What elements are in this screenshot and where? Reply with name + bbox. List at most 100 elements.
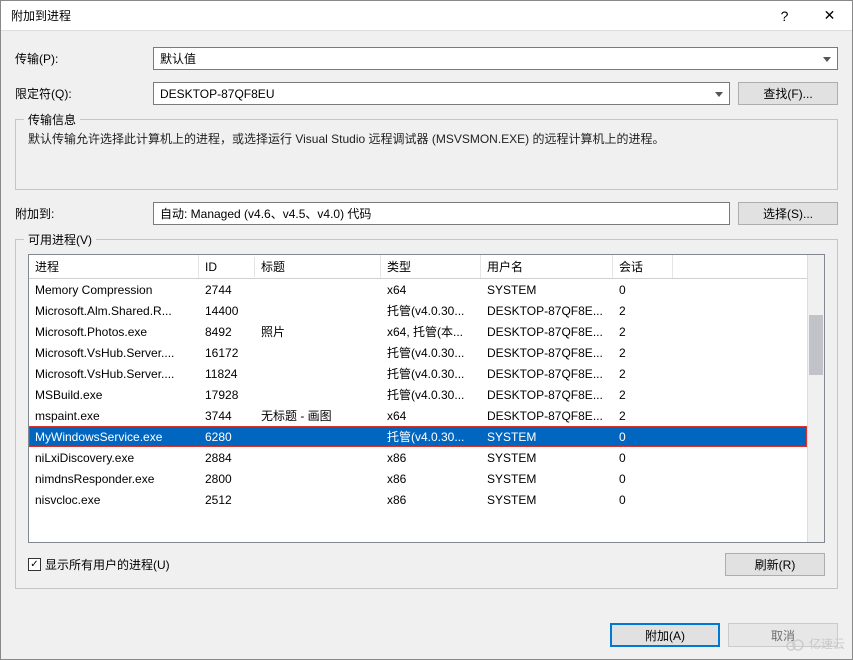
table-row[interactable]: Microsoft.Photos.exe8492照片x64, 托管(本...DE…: [29, 321, 807, 342]
col-user[interactable]: 用户名: [481, 255, 613, 278]
transport-value: 默认值: [160, 50, 196, 67]
transport-info-group: 传输信息 默认传输允许选择此计算机上的进程，或选择运行 Visual Studi…: [15, 119, 838, 190]
show-all-users-checkbox[interactable]: ✓ 显示所有用户的进程(U): [28, 556, 170, 573]
cell-session: 2: [613, 323, 673, 341]
scrollbar-thumb[interactable]: [809, 315, 823, 375]
process-list[interactable]: 进程 ID 标题 类型 用户名 会话 Memory Compression274…: [28, 254, 825, 543]
table-row[interactable]: nimdnsResponder.exe2800x86SYSTEM0: [29, 468, 807, 489]
table-row[interactable]: Microsoft.VsHub.Server....16172托管(v4.0.3…: [29, 342, 807, 363]
help-icon[interactable]: ?: [762, 1, 807, 31]
cell-session: 0: [613, 449, 673, 467]
cell-session: 2: [613, 386, 673, 404]
qualifier-combo[interactable]: DESKTOP-87QF8EU: [153, 82, 730, 105]
cell-proc: MyWindowsService.exe: [29, 428, 199, 446]
cell-type: 托管(v4.0.30...: [381, 426, 481, 447]
cell-user: DESKTOP-87QF8E...: [481, 407, 613, 425]
cell-session: 0: [613, 491, 673, 509]
cell-id: 2800: [199, 470, 255, 488]
cancel-button[interactable]: 取消: [728, 623, 838, 647]
cell-proc: Memory Compression: [29, 281, 199, 299]
table-row[interactable]: MSBuild.exe17928托管(v4.0.30...DESKTOP-87Q…: [29, 384, 807, 405]
process-list-header[interactable]: 进程 ID 标题 类型 用户名 会话: [29, 255, 807, 279]
select-button[interactable]: 选择(S)...: [738, 202, 838, 225]
cell-title: [255, 351, 381, 355]
cell-title: [255, 372, 381, 376]
available-processes-group: 可用进程(V) 进程 ID 标题 类型 用户名 会话 Memory Compre…: [15, 239, 838, 589]
window-title: 附加到进程: [1, 7, 762, 24]
table-row[interactable]: MyWindowsService.exe6280 托管(v4.0.30...SYS…: [29, 426, 807, 447]
cell-type: x86: [381, 449, 481, 467]
cell-session: 2: [613, 302, 673, 320]
cell-user: SYSTEM: [481, 449, 613, 467]
cell-id: 2744: [199, 281, 255, 299]
cell-title: [255, 288, 381, 292]
refresh-button[interactable]: 刷新(R): [725, 553, 825, 576]
cell-id: 14400: [199, 302, 255, 320]
table-row[interactable]: Memory Compression2744 x64SYSTEM0: [29, 279, 807, 300]
cell-type: x64: [381, 407, 481, 425]
cell-id: 6280: [199, 428, 255, 446]
cell-proc: MSBuild.exe: [29, 386, 199, 404]
col-title[interactable]: 标题: [255, 255, 381, 278]
cell-id: 2884: [199, 449, 255, 467]
cell-type: 托管(v4.0.30...: [381, 384, 481, 405]
col-id[interactable]: ID: [199, 257, 255, 277]
transport-info-text: 默认传输允许选择此计算机上的进程，或选择运行 Visual Studio 远程调…: [28, 130, 825, 149]
table-row[interactable]: Microsoft.Alm.Shared.R...14400托管(v4.0.30…: [29, 300, 807, 321]
find-button[interactable]: 查找(F)...: [738, 82, 838, 105]
cell-type: x64, 托管(本...: [381, 321, 481, 342]
transport-label: 传输(P):: [15, 50, 145, 67]
cell-session: 2: [613, 407, 673, 425]
col-session[interactable]: 会话: [613, 255, 673, 278]
col-process[interactable]: 进程: [29, 255, 199, 278]
transport-info-title: 传输信息: [24, 111, 80, 128]
cell-id: 8492: [199, 323, 255, 341]
cell-proc: Microsoft.Alm.Shared.R...: [29, 302, 199, 320]
cell-type: x64: [381, 281, 481, 299]
col-type[interactable]: 类型: [381, 255, 481, 278]
cell-session: 0: [613, 281, 673, 299]
close-icon[interactable]: ✕: [807, 1, 852, 31]
cell-user: DESKTOP-87QF8E...: [481, 344, 613, 362]
dialog-button-bar: 附加(A) 取消: [1, 611, 852, 659]
cell-proc: nimdnsResponder.exe: [29, 470, 199, 488]
table-row[interactable]: mspaint.exe3744无标题 - 画图x64DESKTOP-87QF8E…: [29, 405, 807, 426]
cell-user: SYSTEM: [481, 491, 613, 509]
dialog-content: 传输(P): 默认值 限定符(Q): DESKTOP-87QF8EU 查找(F)…: [1, 31, 852, 611]
cell-user: DESKTOP-87QF8E...: [481, 365, 613, 383]
cell-user: SYSTEM: [481, 281, 613, 299]
cell-proc: Microsoft.VsHub.Server....: [29, 365, 199, 383]
cell-proc: mspaint.exe: [29, 407, 199, 425]
show-all-users-label: 显示所有用户的进程(U): [45, 556, 170, 573]
cell-proc: niLxiDiscovery.exe: [29, 449, 199, 467]
qualifier-label: 限定符(Q):: [15, 85, 145, 102]
cell-title: [255, 498, 381, 502]
cell-title: [255, 456, 381, 460]
table-row[interactable]: Microsoft.VsHub.Server....11824托管(v4.0.3…: [29, 363, 807, 384]
titlebar: 附加到进程 ? ✕: [1, 1, 852, 31]
vertical-scrollbar[interactable]: [807, 255, 824, 542]
cell-user: SYSTEM: [481, 428, 613, 446]
table-row[interactable]: nisvcloc.exe2512x86SYSTEM0: [29, 489, 807, 510]
cell-session: 2: [613, 365, 673, 383]
cell-user: DESKTOP-87QF8E...: [481, 302, 613, 320]
attach-to-process-dialog: 附加到进程 ? ✕ 传输(P): 默认值 限定符(Q): DESKTOP-87Q…: [0, 0, 853, 660]
attach-to-value: 自动: Managed (v4.6、v4.5、v4.0) 代码: [160, 205, 371, 222]
cell-type: x86: [381, 470, 481, 488]
cell-title: 照片: [255, 321, 381, 342]
cell-title: [255, 477, 381, 481]
qualifier-value: DESKTOP-87QF8EU: [160, 87, 274, 101]
attach-button[interactable]: 附加(A): [610, 623, 720, 647]
cell-user: DESKTOP-87QF8E...: [481, 323, 613, 341]
checkbox-icon: ✓: [28, 558, 41, 571]
attach-to-value-box: 自动: Managed (v4.6、v4.5、v4.0) 代码: [153, 202, 730, 225]
cell-proc: Microsoft.Photos.exe: [29, 323, 199, 341]
cell-id: 17928: [199, 386, 255, 404]
cell-id: 2512: [199, 491, 255, 509]
cell-title: [255, 393, 381, 397]
cell-proc: Microsoft.VsHub.Server....: [29, 344, 199, 362]
cell-title: [255, 309, 381, 313]
transport-combo[interactable]: 默认值: [153, 47, 838, 70]
table-row[interactable]: niLxiDiscovery.exe2884 x86SYSTEM0: [29, 447, 807, 468]
cell-session: 2: [613, 344, 673, 362]
